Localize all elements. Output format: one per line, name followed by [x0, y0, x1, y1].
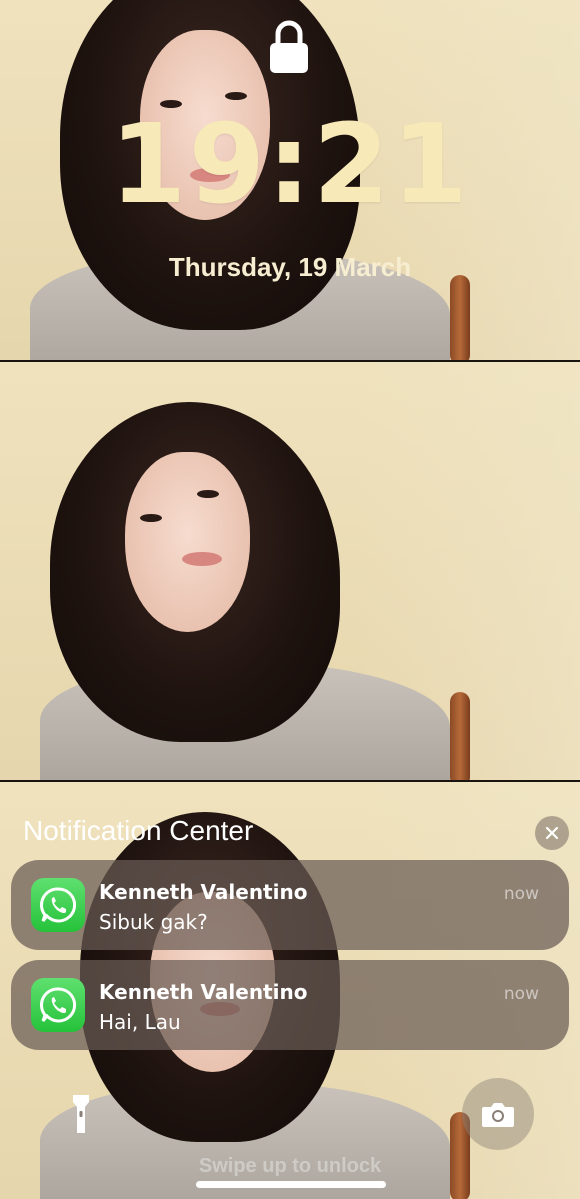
clear-notifications-button[interactable] — [535, 816, 569, 850]
camera-button[interactable] — [462, 1078, 534, 1150]
lock-icon — [270, 20, 308, 73]
notification-card[interactable]: Kenneth Valentino Sibuk gak? now — [11, 860, 569, 950]
home-indicator[interactable] — [196, 1181, 386, 1188]
whatsapp-icon — [31, 878, 85, 932]
notification-time: now — [503, 884, 539, 904]
lockscreen-clock: 19:21 — [109, 100, 471, 228]
wallpaper-panel-middle — [0, 362, 580, 780]
notification-time: now — [503, 984, 539, 1004]
lockscreen-date: Thursday, 19 March — [168, 252, 412, 282]
notification-message: Sibuk gak? — [99, 910, 208, 934]
whatsapp-icon — [31, 978, 85, 1032]
camera-icon — [482, 1103, 514, 1127]
flashlight-button[interactable] — [45, 1078, 117, 1150]
notification-center-title: Notification Center — [23, 815, 254, 846]
notification-sender: Kenneth Valentino — [99, 980, 308, 1004]
swipe-up-hint: Swipe up to unlock — [198, 1155, 382, 1177]
flashlight-icon — [73, 1095, 89, 1133]
close-icon — [545, 826, 559, 840]
notification-card[interactable]: Kenneth Valentino Hai, Lau now — [11, 960, 569, 1050]
notification-sender: Kenneth Valentino — [99, 880, 308, 904]
notification-message: Hai, Lau — [99, 1010, 181, 1034]
